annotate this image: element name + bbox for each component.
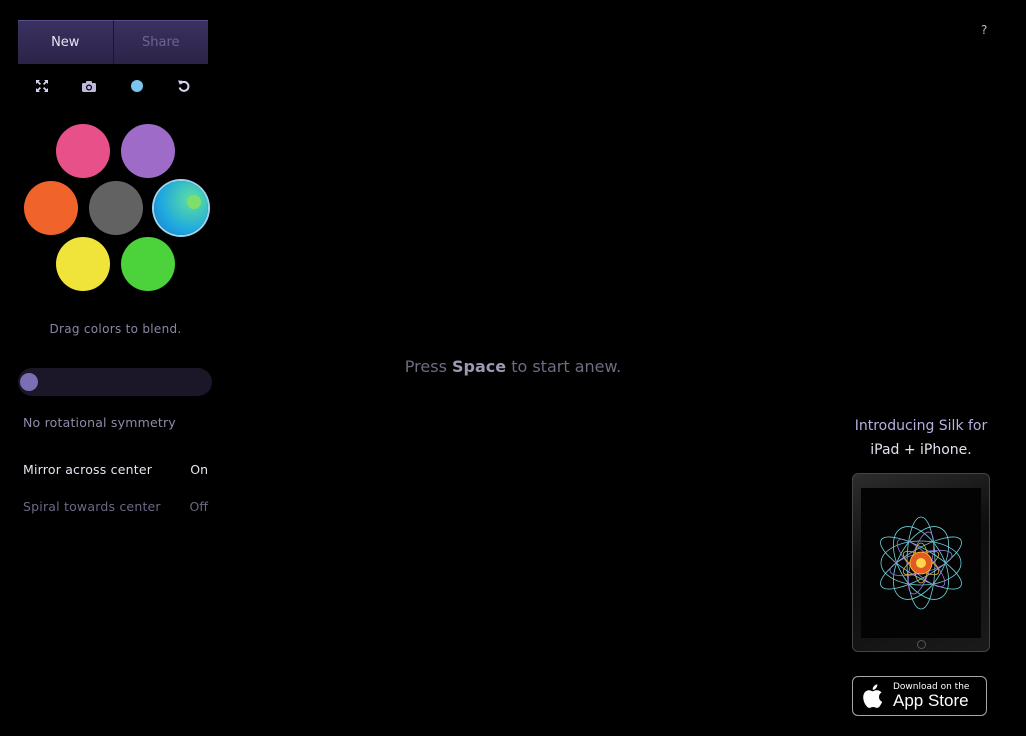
color-swatch-pink[interactable]	[56, 124, 110, 178]
color-swatch-yellow[interactable]	[56, 237, 110, 291]
toolbar: New Share	[18, 20, 208, 64]
apple-icon	[863, 684, 883, 708]
new-button[interactable]: New	[18, 20, 114, 64]
share-button[interactable]: Share	[113, 20, 208, 64]
promo-line-1: Introducing Silk for	[854, 418, 988, 434]
tool-row	[18, 76, 208, 96]
undo-icon[interactable]	[174, 76, 194, 96]
color-swatch-gray[interactable]	[89, 181, 143, 235]
color-swatch-orange[interactable]	[24, 181, 78, 235]
spiral-option-value[interactable]: Off	[168, 499, 208, 514]
color-swatch-green[interactable]	[121, 237, 175, 291]
camera-icon[interactable]	[79, 76, 99, 96]
canvas-message: Press Space to start anew.	[404, 357, 622, 376]
badge-big-text: App Store	[893, 691, 969, 710]
mirror-option-label[interactable]: Mirror across center	[23, 462, 152, 477]
blend-hint: Drag colors to blend.	[49, 322, 182, 336]
kaleidoscope-pattern	[880, 516, 962, 610]
symmetry-label: No rotational symmetry	[23, 415, 176, 430]
promo-line-2: iPad + iPhone.	[870, 442, 972, 458]
blend-knob[interactable]	[187, 195, 201, 209]
silk-app: New Share Drag colors to blend. No rotat…	[0, 0, 1026, 736]
mirror-option-value[interactable]: On	[168, 462, 208, 477]
ipad-screen	[861, 488, 981, 638]
color-dot-icon[interactable]	[127, 76, 147, 96]
app-store-badge[interactable]: Download on the App Store	[852, 676, 987, 716]
promo-text: Introducing Silk for iPad + iPhone.	[846, 414, 996, 462]
ipad-image[interactable]	[852, 473, 990, 652]
spiral-option-label[interactable]: Spiral towards center	[23, 499, 161, 514]
color-swatch-teal[interactable]	[154, 181, 208, 235]
space-key-label: Space	[452, 357, 507, 376]
ipad-home-button	[917, 640, 926, 649]
help-button[interactable]: ?	[981, 23, 987, 37]
fullscreen-icon[interactable]	[32, 76, 52, 96]
color-swatch-purple[interactable]	[121, 124, 175, 178]
